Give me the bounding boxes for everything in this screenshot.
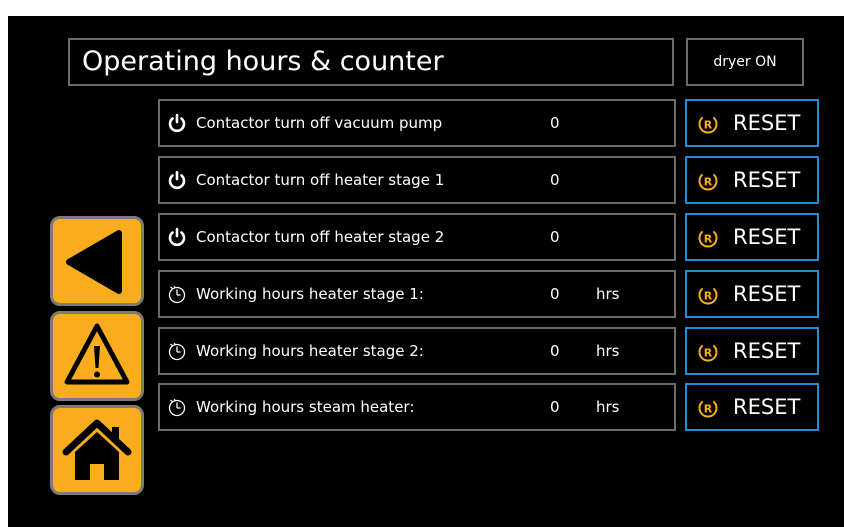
page-title-text: Operating hours & counter [82,46,444,77]
counter-label: Contactor turn off heater stage 1 [196,171,445,189]
svg-text:R: R [704,119,713,132]
counter-row-working-hours-steam-heater: Working hours steam heater: 0 hrs [158,383,676,431]
reset-button-heater-stage-1-contactor[interactable]: R RESET [685,156,819,204]
page-title: Operating hours & counter [68,38,674,86]
counter-label: Contactor turn off vacuum pump [196,114,443,132]
back-arrow-icon [66,230,122,294]
back-button[interactable] [50,216,144,306]
counter-value: 0 [550,398,560,416]
warning-icon [64,323,130,385]
reset-label: RESET [733,339,801,363]
counter-value: 0 [550,342,560,360]
reset-button-vacuum-pump-contactor[interactable]: R RESET [685,99,819,147]
counter-row-working-hours-heater-stage-1: Working hours heater stage 1: 0 hrs [158,270,676,318]
reset-button-working-hours-heater-stage-2[interactable]: R RESET [685,327,819,375]
counter-value: 0 [550,171,560,189]
power-icon [168,227,186,247]
counter-row-heater-stage-2-contactor: Contactor turn off heater stage 2 0 [158,213,676,261]
reset-icon: R [698,401,718,418]
counter-unit: hrs [596,285,620,303]
counter-label: Contactor turn off heater stage 2 [196,228,445,246]
warning-button[interactable] [50,311,144,401]
reset-icon: R [698,288,718,305]
counter-row-heater-stage-1-contactor: Contactor turn off heater stage 1 0 [158,156,676,204]
counter-row-working-hours-heater-stage-2: Working hours heater stage 2: 0 hrs [158,327,676,375]
svg-text:R: R [704,233,713,246]
counter-unit: hrs [596,398,620,416]
counter-row-vacuum-pump-contactor: Contactor turn off vacuum pump 0 [158,99,676,147]
svg-text:R: R [704,290,713,303]
counter-label: Working hours heater stage 1: [196,285,424,303]
counter-value: 0 [550,114,560,132]
reset-icon: R [698,117,718,134]
reset-icon: R [698,345,718,362]
reset-label: RESET [733,395,801,419]
reset-label: RESET [733,111,801,135]
dryer-status-text: dryer ON [713,54,777,70]
svg-text:R: R [704,176,713,189]
power-icon [168,113,186,133]
reset-icon: R [698,174,718,191]
counter-value: 0 [550,285,560,303]
reset-label: RESET [733,225,801,249]
clock-icon [168,398,186,417]
reset-button-heater-stage-2-contactor[interactable]: R RESET [685,213,819,261]
counter-label: Working hours heater stage 2: [196,342,424,360]
reset-label: RESET [733,168,801,192]
reset-label: RESET [733,282,801,306]
operating-hours-screen: Operating hours & counter dryer ON Conta… [8,16,844,527]
counter-unit: hrs [596,342,620,360]
reset-button-working-hours-steam-heater[interactable]: R RESET [685,383,819,431]
home-button[interactable] [50,405,144,495]
dryer-status-indicator: dryer ON [686,38,804,86]
svg-text:R: R [704,347,713,360]
svg-text:R: R [704,403,713,416]
reset-button-working-hours-heater-stage-1[interactable]: R RESET [685,270,819,318]
power-icon [168,170,186,190]
clock-icon [168,342,186,361]
counter-value: 0 [550,228,560,246]
counter-label: Working hours steam heater: [196,398,415,416]
clock-icon [168,285,186,304]
home-icon [62,419,132,480]
reset-icon: R [698,231,718,248]
